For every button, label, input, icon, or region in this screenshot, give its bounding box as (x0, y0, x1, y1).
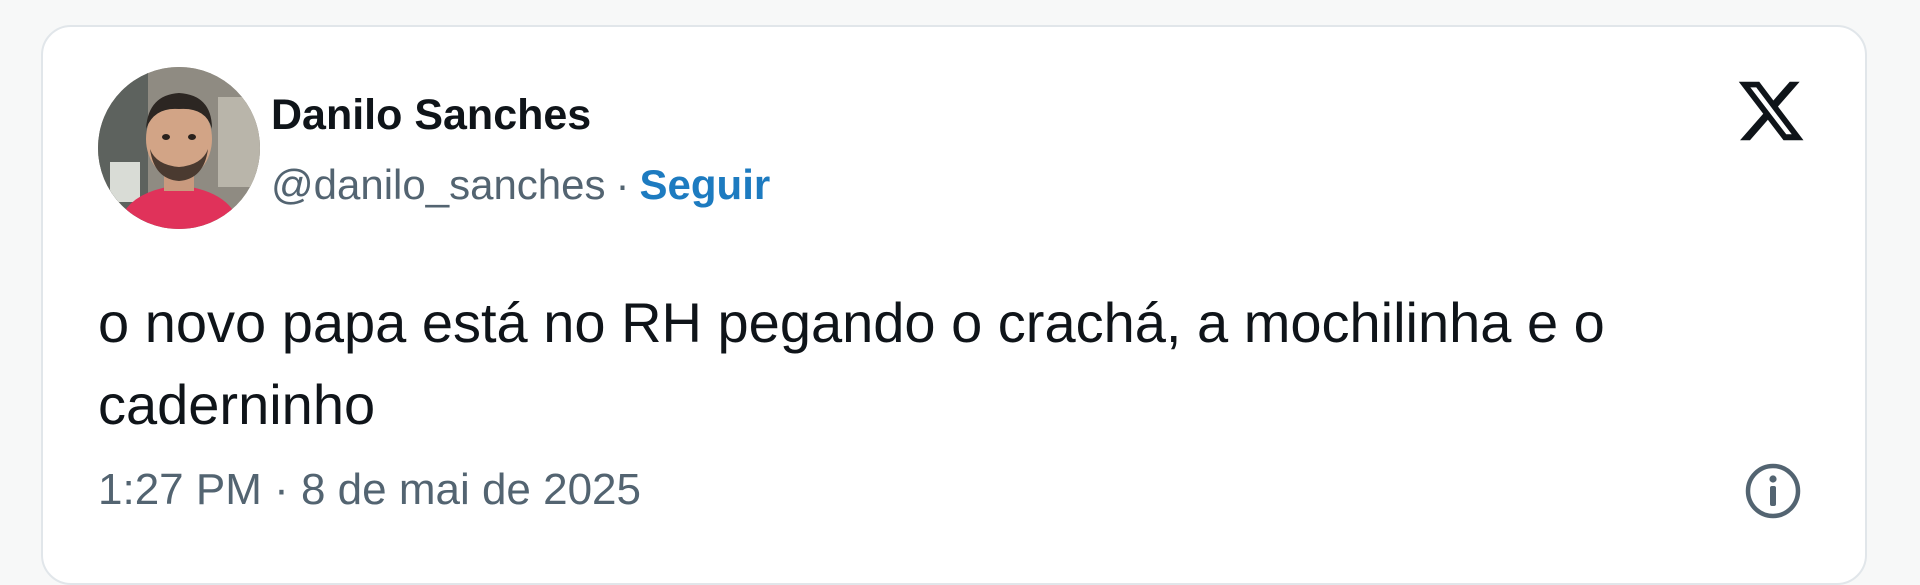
tweet-text: o novo papa está no RH pegando o crachá,… (98, 291, 1605, 436)
avatar-photo (98, 67, 260, 229)
author-name[interactable]: Danilo Sanches (271, 91, 591, 140)
tweet-timestamp[interactable]: 1:27 PM · 8 de mai de 2025 (98, 465, 641, 515)
separator-dot: · (615, 161, 630, 208)
follow-button[interactable]: Seguir (640, 161, 771, 208)
x-logo-icon[interactable] (1735, 75, 1807, 147)
author-handle-row: @danilo_sanches · Seguir (271, 161, 770, 209)
author-handle[interactable]: @danilo_sanches (271, 161, 606, 208)
tweet-card: Danilo Sanches @danilo_sanches · Seguir o … (41, 25, 1867, 585)
author-avatar[interactable] (98, 67, 260, 229)
info-icon[interactable] (1743, 461, 1803, 521)
